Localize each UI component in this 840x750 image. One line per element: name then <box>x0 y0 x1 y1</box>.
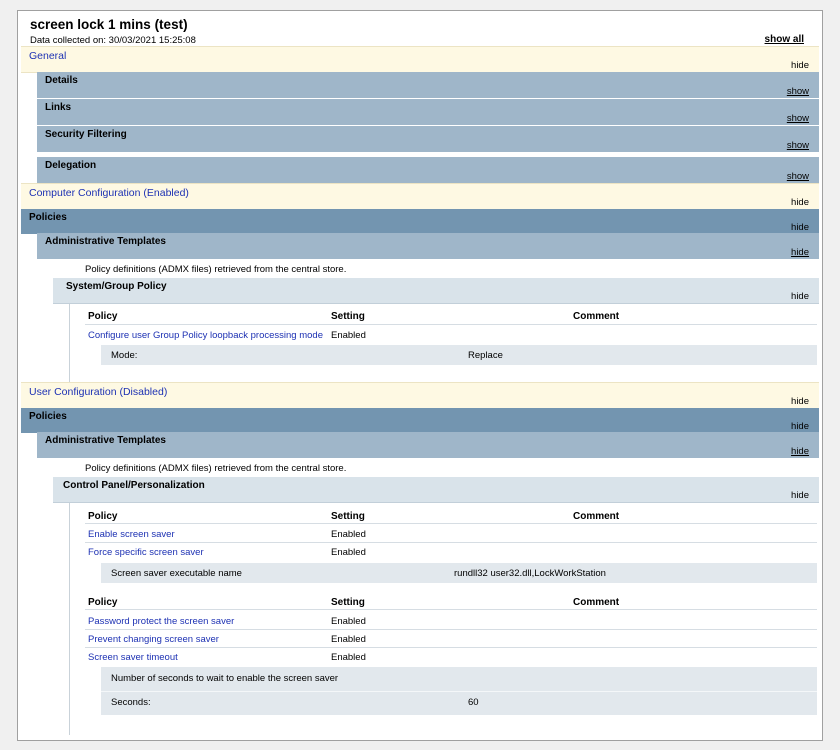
policy-link-prevent-changing-screen-saver[interactable]: Prevent changing screen saver <box>88 634 219 645</box>
computer-configuration-label: Computer Configuration (Enabled) <box>29 187 189 199</box>
security-filtering-label: Security Filtering <box>45 129 127 140</box>
enable-screen-saver-setting: Enabled <box>331 529 366 540</box>
security-filtering-show-toggle[interactable]: show <box>787 140 809 151</box>
control-panel-personalization-hide-toggle[interactable]: hide <box>791 490 809 501</box>
show-all-link[interactable]: show all <box>765 34 804 45</box>
user-table2-row-divider-1 <box>85 629 817 630</box>
details-label: Details <box>45 75 78 86</box>
links-show-toggle[interactable]: show <box>787 113 809 124</box>
links-label: Links <box>45 102 72 113</box>
computer-col-setting: Setting <box>331 311 365 322</box>
computer-table-border <box>69 304 70 382</box>
policy-link-password-protect-screen-saver[interactable]: Password protect the screen saver <box>88 616 234 627</box>
loopback-setting-value: Enabled <box>331 330 366 341</box>
computer-admin-templates-label: Administrative Templates <box>45 236 166 247</box>
seconds-value: 60 <box>468 697 479 708</box>
computer-policies-hide-toggle[interactable]: hide <box>791 222 809 233</box>
user-admx-note: Policy definitions (ADMX files) retrieve… <box>85 463 347 474</box>
general-hide-toggle[interactable]: hide <box>791 60 809 71</box>
computer-admin-templates-section[interactable]: Administrative Templates hide <box>37 233 819 259</box>
computer-col-policy: Policy <box>88 311 118 322</box>
user-table2-col-setting: Setting <box>331 597 365 608</box>
section-general-label: General <box>29 50 67 62</box>
user-policies-hide-toggle[interactable]: hide <box>791 421 809 432</box>
subsection-details[interactable]: Details show <box>37 72 819 98</box>
timeout-detail-divider <box>101 691 817 692</box>
computer-configuration-hide-toggle[interactable]: hide <box>791 197 809 208</box>
screen-saver-executable-value: rundll32 user32.dll,LockWorkStation <box>454 568 606 579</box>
control-panel-personalization-section[interactable]: Control Panel/Personalization hide <box>53 477 819 503</box>
system-group-policy-section[interactable]: System/Group Policy hide <box>53 278 819 304</box>
report-title: screen lock 1 mins (test) <box>30 17 188 32</box>
screen-saver-timeout-setting: Enabled <box>331 652 366 663</box>
section-general[interactable]: General hide <box>21 46 819 73</box>
user-policies-label: Policies <box>29 411 67 422</box>
timeout-detail-heading: Number of seconds to wait to enable the … <box>111 673 339 684</box>
subsection-links[interactable]: Links show <box>37 99 819 125</box>
computer-policies-section[interactable]: Policies hide <box>21 209 819 234</box>
computer-admx-note: Policy definitions (ADMX files) retrieve… <box>85 264 347 275</box>
subsection-delegation[interactable]: Delegation show <box>37 157 819 183</box>
user-policies-section[interactable]: Policies hide <box>21 408 819 433</box>
user-configuration-label: User Configuration (Disabled) <box>29 386 168 398</box>
policy-link-loopback-mode[interactable]: Configure user Group Policy loopback pro… <box>88 330 323 341</box>
details-show-toggle[interactable]: show <box>787 86 809 97</box>
screen-saver-timeout-detail: Number of seconds to wait to enable the … <box>101 667 817 715</box>
seconds-label: Seconds: <box>111 697 151 708</box>
user-table1-col-comment: Comment <box>573 511 620 522</box>
user-admin-templates-section[interactable]: Administrative Templates hide <box>37 432 819 458</box>
user-table-border <box>69 503 70 735</box>
user-table1-row-divider <box>85 542 817 543</box>
user-table2-row-divider-2 <box>85 647 817 648</box>
system-group-policy-hide-toggle[interactable]: hide <box>791 291 809 302</box>
screen-saver-executable-label: Screen saver executable name <box>111 568 242 579</box>
user-admin-templates-hide-toggle[interactable]: hide <box>791 446 809 457</box>
user-table1-col-policy: Policy <box>88 511 118 522</box>
computer-col-comment: Comment <box>573 311 620 322</box>
computer-admin-templates-hide-toggle[interactable]: hide <box>791 247 809 258</box>
user-table2-col-comment: Comment <box>573 597 620 608</box>
computer-policies-label: Policies <box>29 212 67 223</box>
user-table1-header-divider <box>85 523 817 524</box>
delegation-show-toggle[interactable]: show <box>787 171 809 182</box>
section-computer-configuration[interactable]: Computer Configuration (Enabled) hide <box>21 183 819 210</box>
gpo-report: screen lock 1 mins (test) Data collected… <box>17 10 823 741</box>
mode-label: Mode: <box>111 350 138 361</box>
user-table2-col-policy: Policy <box>88 597 118 608</box>
computer-header-divider <box>85 324 817 325</box>
mode-value: Replace <box>468 350 503 361</box>
policy-link-screen-saver-timeout[interactable]: Screen saver timeout <box>88 652 178 663</box>
screen-saver-executable-row: Screen saver executable name rundll32 us… <box>101 563 817 583</box>
password-protect-setting: Enabled <box>331 616 366 627</box>
prevent-changing-setting: Enabled <box>331 634 366 645</box>
system-group-policy-label: System/Group Policy <box>66 281 167 292</box>
subsection-security-filtering[interactable]: Security Filtering show <box>37 126 819 152</box>
control-panel-personalization-label: Control Panel/Personalization <box>63 480 205 491</box>
policy-link-enable-screen-saver[interactable]: Enable screen saver <box>88 529 175 540</box>
user-table1-col-setting: Setting <box>331 511 365 522</box>
user-admin-templates-label: Administrative Templates <box>45 435 166 446</box>
mode-detail-row: Mode: Replace <box>101 345 817 365</box>
policy-link-force-specific-screen-saver[interactable]: Force specific screen saver <box>88 547 204 558</box>
delegation-label: Delegation <box>45 160 97 171</box>
user-table2-header-divider <box>85 609 817 610</box>
data-collected-date: Data collected on: 30/03/2021 15:25:08 <box>30 35 196 46</box>
force-specific-screen-saver-setting: Enabled <box>331 547 366 558</box>
user-configuration-hide-toggle[interactable]: hide <box>791 396 809 407</box>
section-user-configuration[interactable]: User Configuration (Disabled) hide <box>21 382 819 409</box>
